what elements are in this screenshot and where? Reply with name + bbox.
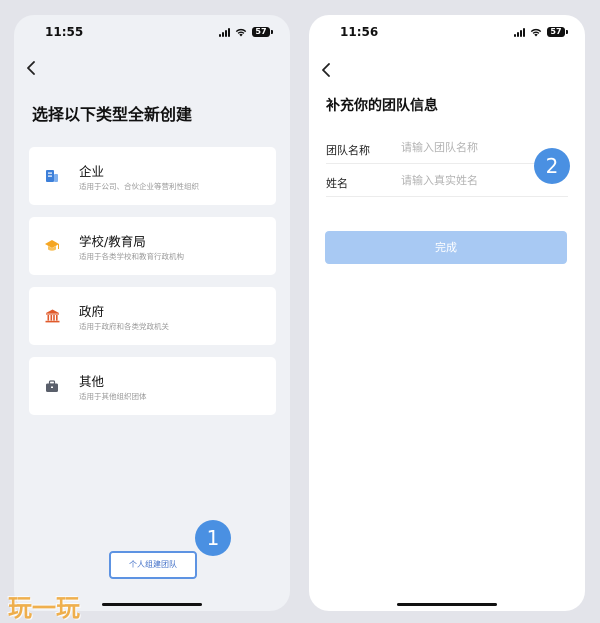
card-title: 学校/教育局 bbox=[79, 234, 146, 249]
card-school[interactable]: 学校/教育局 适用于各类学校和教育行政机构 bbox=[29, 217, 276, 275]
card-enterprise[interactable]: 企业 适用于公司、合伙企业等营利性组织 bbox=[29, 147, 276, 205]
status-time: 11:56 bbox=[340, 25, 379, 39]
row-divider bbox=[326, 196, 568, 197]
home-indicator bbox=[102, 603, 202, 606]
real-name-label: 姓名 bbox=[326, 177, 348, 190]
right-phone-screen: 11:56 57 补充你的团队信息 团队名称 姓名 2 完成 bbox=[309, 15, 585, 611]
team-name-label: 团队名称 bbox=[326, 144, 370, 157]
back-button[interactable] bbox=[18, 55, 44, 81]
left-phone-screen: 11:55 57 选择以下类型全新创建 企业 适用于公司、合伙企业等营利性组织 … bbox=[14, 15, 290, 611]
battery-icon: 57 bbox=[252, 27, 273, 37]
government-building-icon bbox=[43, 308, 61, 324]
card-title: 企业 bbox=[79, 164, 105, 179]
form-title: 补充你的团队信息 bbox=[326, 98, 438, 114]
real-name-row: 姓名 bbox=[326, 164, 568, 197]
chevron-left-icon bbox=[27, 61, 35, 75]
step-badge: 1 bbox=[195, 520, 231, 556]
signal-icon bbox=[219, 27, 230, 37]
card-government[interactable]: 政府 适用于政府和各类党政机关 bbox=[29, 287, 276, 345]
status-time: 11:55 bbox=[45, 25, 84, 39]
card-title: 政府 bbox=[79, 304, 105, 319]
submit-button[interactable]: 完成 bbox=[325, 231, 567, 264]
back-button[interactable] bbox=[313, 57, 339, 83]
watermark-logo: 玩一玩 bbox=[8, 594, 80, 622]
briefcase-icon bbox=[43, 378, 61, 394]
home-indicator bbox=[397, 603, 497, 606]
chevron-left-icon bbox=[322, 63, 330, 77]
page-title: 选择以下类型全新创建 bbox=[32, 105, 193, 124]
status-bar: 11:56 57 bbox=[309, 15, 585, 51]
card-title: 其他 bbox=[79, 374, 105, 389]
wifi-icon bbox=[530, 28, 542, 37]
card-other[interactable]: 其他 适用于其他组织团体 bbox=[29, 357, 276, 415]
team-name-row: 团队名称 bbox=[326, 131, 568, 164]
status-bar: 11:55 57 bbox=[14, 15, 290, 51]
step-badge: 2 bbox=[534, 148, 570, 184]
card-desc: 适用于各类学校和教育行政机构 bbox=[79, 252, 184, 261]
card-desc: 适用于其他组织团体 bbox=[79, 392, 147, 401]
card-desc: 适用于政府和各类党政机关 bbox=[79, 322, 169, 331]
signal-icon bbox=[514, 27, 525, 37]
status-icons: 57 bbox=[514, 26, 568, 38]
personal-team-button[interactable]: 个人组建团队 bbox=[109, 551, 197, 579]
battery-icon: 57 bbox=[547, 27, 568, 37]
status-icons: 57 bbox=[219, 26, 273, 38]
graduation-cap-icon bbox=[43, 238, 61, 254]
wifi-icon bbox=[235, 28, 247, 37]
card-desc: 适用于公司、合伙企业等营利性组织 bbox=[79, 182, 199, 191]
building-icon bbox=[43, 168, 61, 184]
